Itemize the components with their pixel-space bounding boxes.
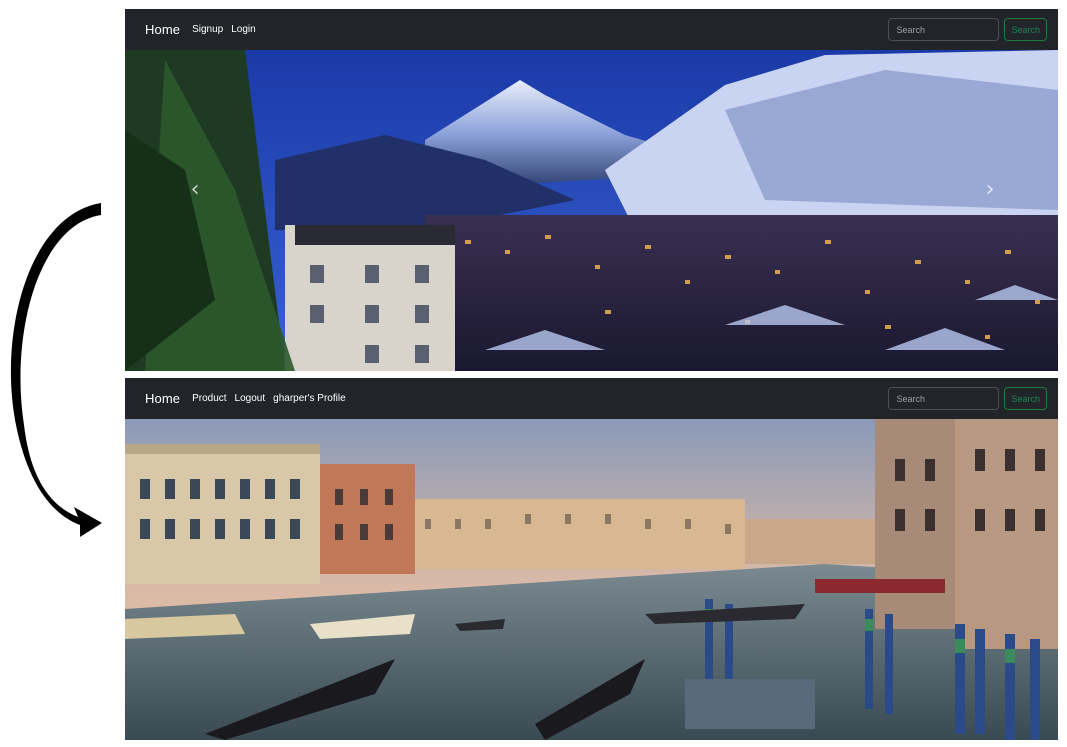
chevron-right-icon[interactable]: ›	[970, 170, 1010, 210]
nav-link-login[interactable]: Login	[231, 24, 255, 35]
navbar: Home Product Logout gharper's Profile Se…	[125, 378, 1058, 419]
search-button[interactable]: Search	[1004, 18, 1047, 41]
nav-brand-home[interactable]: Home	[145, 391, 180, 406]
curved-arrow-down-icon	[8, 195, 118, 565]
hero-carousel-mountain-village: ‹ ›	[125, 50, 1058, 371]
venice-canal-image	[125, 419, 1058, 740]
search-input[interactable]	[888, 18, 1000, 41]
nav-link-logout[interactable]: Logout	[235, 393, 266, 404]
screenshot-logged-in: Home Product Logout gharper's Profile Se…	[125, 378, 1058, 740]
search-form: Search	[888, 18, 1047, 41]
chevron-left-icon[interactable]: ‹	[175, 170, 215, 210]
screenshot-logged-out: Home Signup Login Search Search ‹ ›	[125, 9, 1058, 371]
search-button[interactable]: Search	[1004, 387, 1047, 410]
search-form: Search	[888, 387, 1047, 410]
nav-link-signup[interactable]: Signup	[192, 24, 223, 35]
nav-brand-home[interactable]: Home	[145, 22, 180, 37]
nav-link-profile[interactable]: gharper's Profile	[273, 393, 346, 404]
hero-carousel-venice-canal	[125, 419, 1058, 740]
nav-link-product[interactable]: Product	[192, 393, 226, 404]
mountain-village-image	[125, 50, 1058, 371]
navbar: Home Signup Login Search	[125, 9, 1058, 50]
search-input[interactable]	[888, 387, 1000, 410]
